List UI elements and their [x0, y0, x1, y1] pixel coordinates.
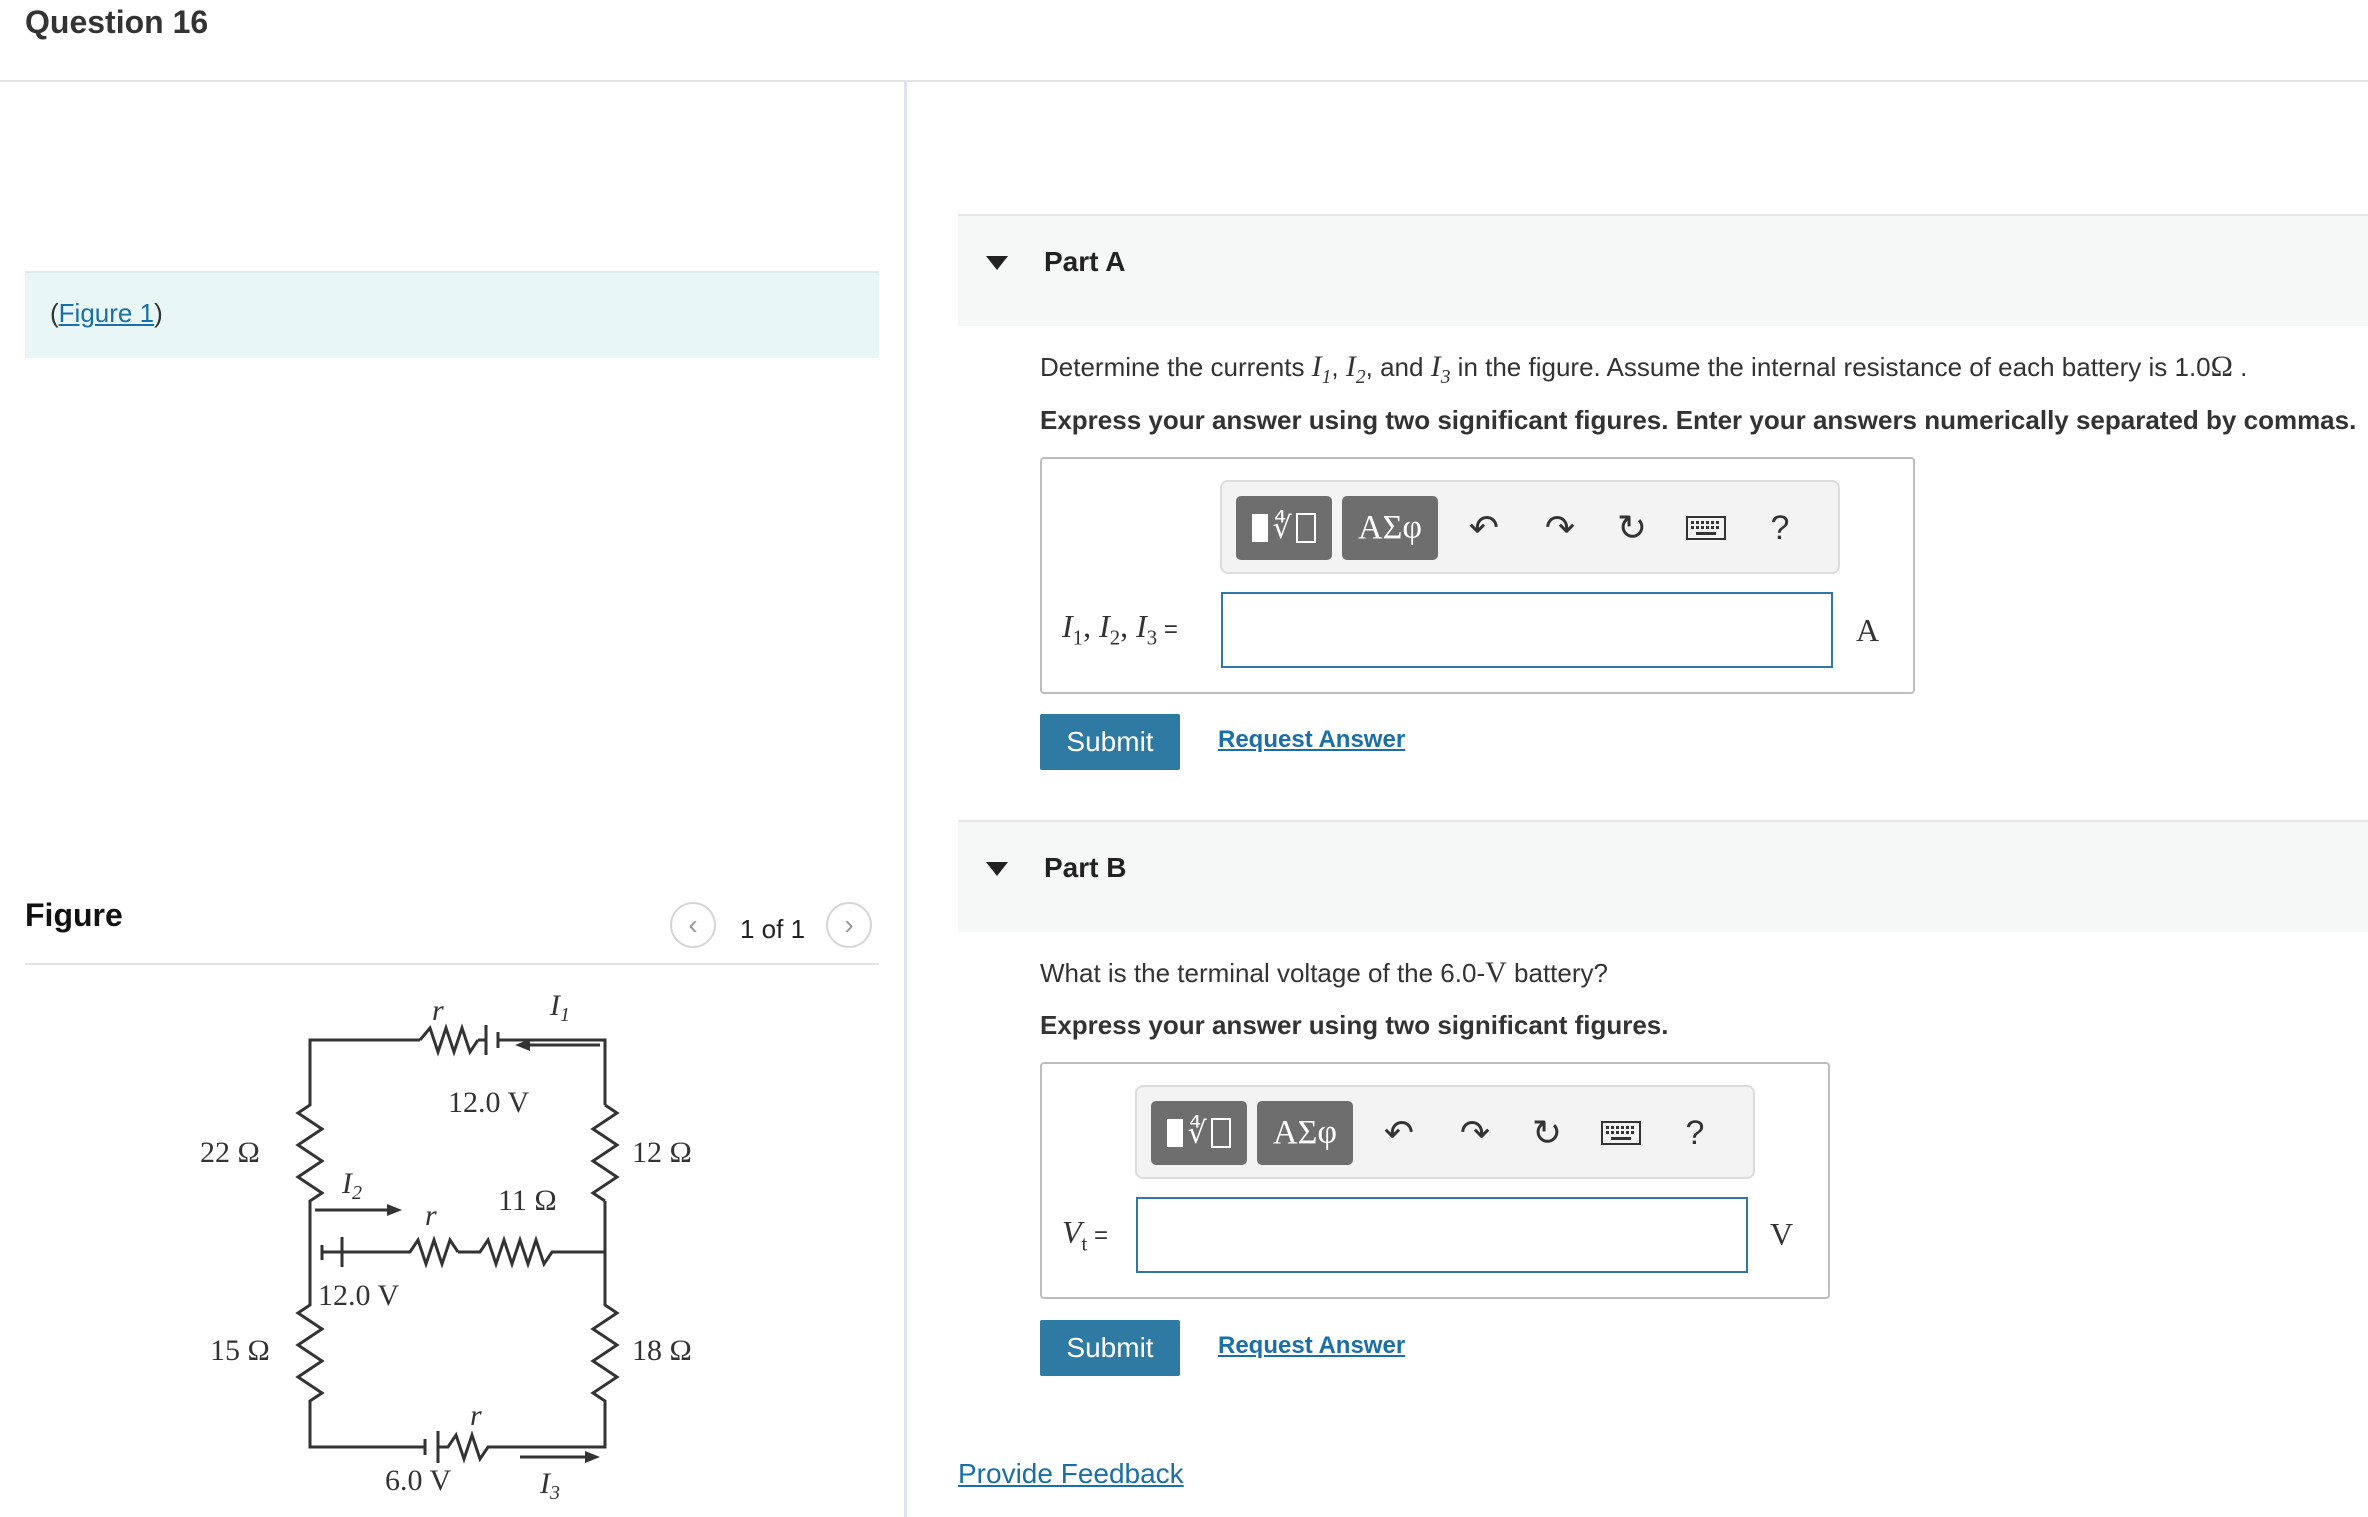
panel-divider — [904, 82, 907, 1517]
right-bottom-resistor — [590, 1252, 620, 1435]
current-3-label: I3 — [539, 1467, 560, 1504]
part-a-answer-label: I1, I2, I3 = — [1062, 608, 1178, 650]
left-top-resistor-label: 22 Ω — [200, 1136, 260, 1169]
chevron-right-icon: › — [844, 909, 854, 940]
top-internal-label: r — [432, 994, 444, 1027]
templates-button[interactable]: ∜ — [1236, 496, 1332, 560]
figure-prev-button[interactable]: ‹ — [670, 902, 716, 948]
part-b-answer-input[interactable] — [1136, 1197, 1748, 1273]
part-a-request-answer-link[interactable]: Request Answer — [1218, 726, 1405, 754]
header-divider — [0, 80, 2368, 82]
reset-icon[interactable]: ↻ — [1604, 500, 1660, 556]
templates-button[interactable]: ∜ — [1151, 1101, 1247, 1165]
part-a-label: Part A — [1044, 246, 1126, 277]
part-b-answer-label: Vt = — [1062, 1214, 1109, 1256]
redo-icon[interactable]: ↷ — [1532, 500, 1588, 556]
bottom-internal-label: r — [470, 1399, 482, 1432]
part-a-answer-input[interactable] — [1221, 592, 1833, 668]
part-b-request-answer-link[interactable]: Request Answer — [1218, 1332, 1405, 1360]
mid-internal-label: r — [425, 1199, 437, 1232]
bottom-internal-resistor — [438, 1430, 607, 1464]
part-b-unit: V — [1770, 1216, 1794, 1252]
reset-icon[interactable]: ↻ — [1519, 1105, 1575, 1161]
figure-heading: Figure — [25, 897, 123, 933]
top-internal-resistor — [418, 1023, 480, 1057]
mid-battery-label: 12.0 V — [318, 1279, 399, 1312]
undo-icon[interactable]: ↶ — [1456, 500, 1512, 556]
part-b-label: Part B — [1044, 852, 1127, 883]
left-bottom-resistor-label: 15 Ω — [210, 1334, 270, 1367]
right-top-resistor-label: 12 Ω — [632, 1136, 692, 1169]
mid-internal-resistor — [342, 1235, 460, 1269]
part-b-prompt: What is the terminal voltage of the 6.0-… — [1040, 956, 1608, 989]
part-b-submit-button[interactable]: Submit — [1040, 1320, 1180, 1376]
current-2-label: I2 — [341, 1167, 362, 1204]
undo-icon[interactable]: ↶ — [1371, 1105, 1427, 1161]
chevron-left-icon: ‹ — [688, 909, 698, 940]
question-title: Question 16 — [25, 4, 209, 40]
figure-link-container: (Figure 1) — [50, 298, 163, 328]
circuit-diagram: r I1 12.0 V 22 Ω 12 Ω I2 r 11 Ω 12.0 V 1… — [200, 989, 692, 1504]
help-button[interactable]: ? — [1667, 1105, 1723, 1161]
bottom-battery-label: 6.0 V — [385, 1464, 451, 1497]
figure-next-button[interactable]: › — [826, 902, 872, 948]
part-b-toolbar: ∜ ΑΣφ ↶ ↷ ↻ ? — [1135, 1085, 1755, 1179]
templates-icon: ∜ — [1167, 1116, 1231, 1151]
caret-down-icon — [986, 862, 1008, 876]
help-button[interactable]: ? — [1752, 500, 1808, 556]
part-b-header[interactable]: Part B — [958, 820, 2368, 932]
caret-down-icon — [986, 256, 1008, 270]
symbols-button[interactable]: ΑΣφ — [1342, 496, 1438, 560]
symbols-button[interactable]: ΑΣφ — [1257, 1101, 1353, 1165]
part-a-submit-button[interactable]: Submit — [1040, 714, 1180, 770]
left-top-resistor — [295, 1065, 325, 1252]
provide-feedback-link[interactable]: Provide Feedback — [958, 1458, 1184, 1490]
keyboard-icon[interactable] — [1678, 500, 1734, 556]
part-a-instruction: Express your answer using two significan… — [1040, 405, 2357, 435]
part-a-toolbar: ∜ ΑΣφ ↶ ↷ ↻ ? — [1220, 480, 1840, 574]
mid-resistor-label: 11 Ω — [498, 1184, 557, 1217]
current-1-label: I1 — [549, 989, 570, 1026]
right-bottom-resistor-label: 18 Ω — [632, 1334, 692, 1367]
top-battery-label: 12.0 V — [448, 1086, 529, 1119]
right-top-resistor — [590, 1103, 620, 1203]
mid-resistor — [458, 1235, 605, 1269]
redo-icon[interactable]: ↷ — [1447, 1105, 1503, 1161]
part-a-unit: A — [1856, 612, 1880, 648]
part-b-instruction: Express your answer using two significan… — [1040, 1010, 1669, 1040]
part-a-header[interactable]: Part A — [958, 214, 2368, 326]
keyboard-icon[interactable] — [1593, 1105, 1649, 1161]
figure-pager-text: 1 of 1 — [740, 914, 806, 944]
figure-link[interactable]: Figure 1 — [59, 298, 154, 328]
templates-icon: ∜ — [1252, 511, 1316, 546]
part-a-prompt: Determine the currents I1, I2, and I3 in… — [1040, 350, 2248, 388]
figure-divider — [25, 963, 879, 965]
